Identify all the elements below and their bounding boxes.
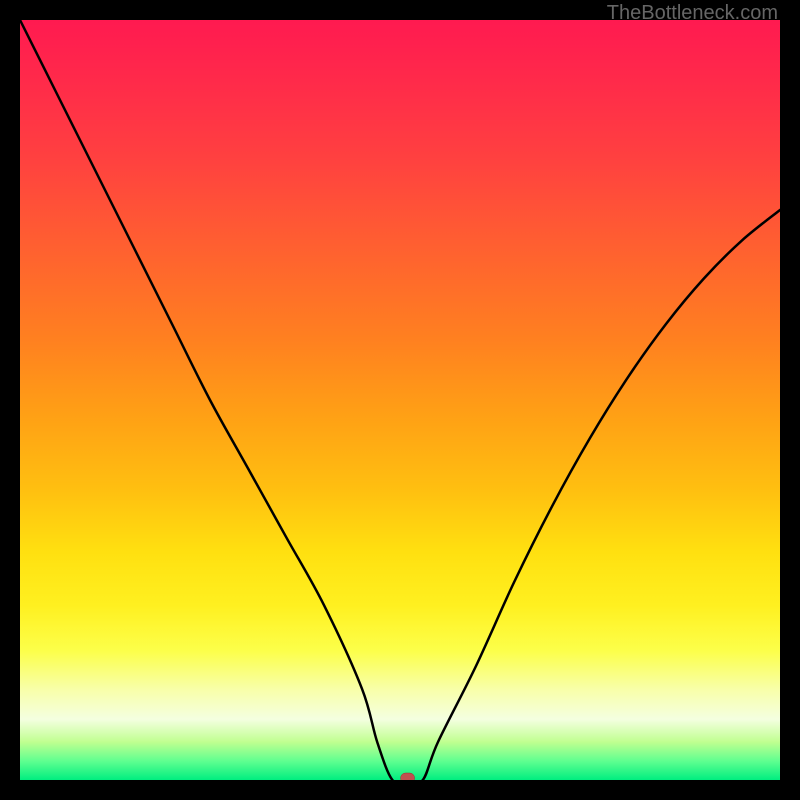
attribution-text: TheBottleneck.com bbox=[607, 2, 778, 25]
optimal-point-marker bbox=[401, 773, 415, 780]
chart-svg bbox=[20, 20, 780, 780]
chart-plot-area bbox=[20, 20, 780, 780]
bottleneck-curve bbox=[20, 20, 780, 780]
